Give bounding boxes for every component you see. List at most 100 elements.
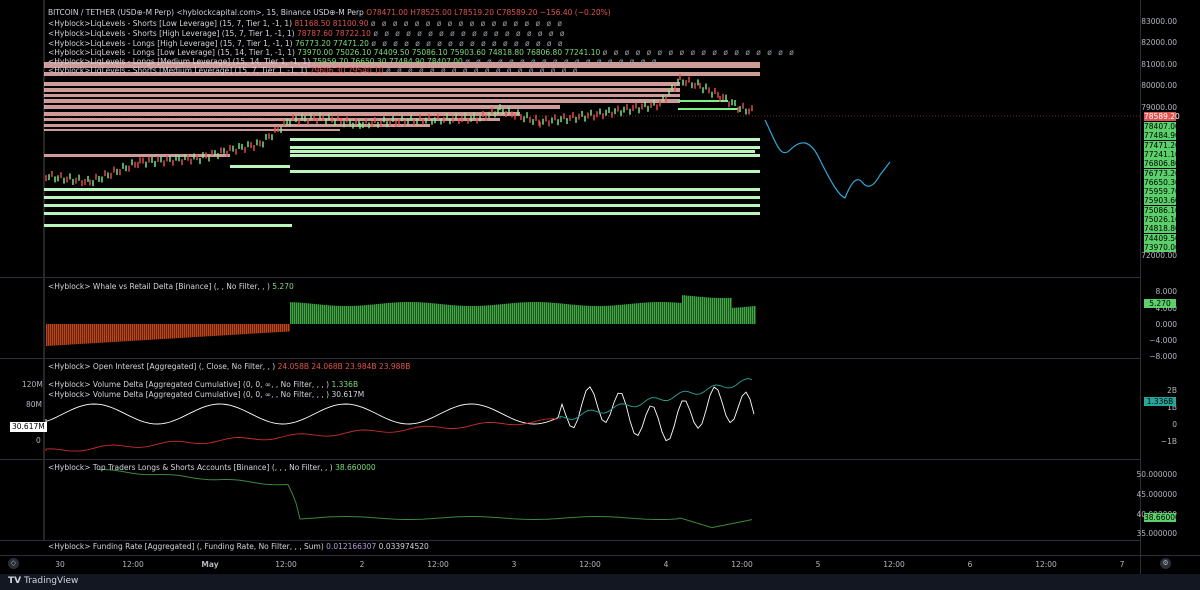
histogram-bar: [272, 324, 274, 333]
histogram-bar: [552, 302, 554, 324]
histogram-bar: [180, 324, 182, 338]
histogram-bar: [644, 302, 646, 324]
histogram-bar: [72, 324, 74, 345]
histogram-bar: [542, 302, 544, 324]
indicator-value: 1.336B: [331, 380, 359, 389]
price-axis-label: 75959.70: [1144, 187, 1180, 197]
histogram-bar: [372, 304, 374, 324]
histogram-bar: [316, 304, 318, 324]
indicator-legend-5[interactable]: <Hyblock>LiqLevels - Shorts [Medium Leve…: [48, 66, 579, 76]
histogram-bar: [446, 304, 448, 324]
indicator-value: 78722.10: [335, 29, 371, 38]
price-axis-label: 76806.80: [1144, 159, 1180, 169]
long-liq-level: [290, 170, 760, 173]
volume-delta-chart[interactable]: [0, 359, 1140, 459]
histogram-bar: [472, 305, 474, 324]
histogram-bar: [502, 304, 504, 324]
top-traders-legend[interactable]: <Hyblock> Top Traders Longs & Shorts Acc…: [48, 463, 376, 473]
histogram-bar: [358, 305, 360, 324]
whale-axis-tick: 8.000: [1155, 287, 1177, 296]
histogram-bar: [50, 324, 52, 346]
whale-pane[interactable]: <Hyblock> Whale vs Retail Delta [Binance…: [0, 278, 1140, 358]
axis-tick: 81000.00: [1141, 60, 1177, 69]
indicator-name: <Hyblock> Whale vs Retail Delta [Binance…: [48, 282, 270, 291]
histogram-bar: [232, 324, 234, 335]
histogram-bar: [512, 303, 514, 324]
histogram-bar: [460, 305, 462, 324]
histogram-bar: [266, 324, 268, 333]
histogram-bar: [86, 324, 88, 344]
histogram-bar: [294, 302, 296, 324]
histogram-bar: [82, 324, 84, 344]
whale-legend[interactable]: <Hyblock> Whale vs Retail Delta [Binance…: [48, 282, 294, 292]
short-liq-level: [44, 94, 680, 97]
histogram-bar: [580, 305, 582, 324]
oi-legend[interactable]: <Hyblock> Open Interest [Aggregated] (, …: [48, 362, 410, 372]
price-axis-label: 78407.00: [1144, 122, 1180, 131]
placeholder-values: ø ø ø ø ø ø ø ø ø ø ø ø ø ø ø ø ø ø: [371, 39, 565, 48]
funding-pane[interactable]: <Hyblock> Funding Rate [Aggregated] (, F…: [0, 541, 1140, 555]
histogram-bar: [666, 302, 668, 324]
long-liq-level: [44, 212, 760, 215]
time-axis[interactable]: 30 12:00 May 12:00 2 12:00 3 12:00 4 12:00 5 12:00 6…: [0, 555, 1200, 574]
histogram-bar: [412, 302, 414, 324]
chart-settings-icon[interactable]: ⚙: [1160, 558, 1171, 569]
histogram-bar: [258, 324, 260, 334]
histogram-bar: [414, 302, 416, 324]
histogram-bar: [156, 324, 158, 340]
histogram-bar: [400, 302, 402, 324]
histogram-bar: [678, 302, 680, 324]
histogram-bar: [640, 302, 642, 324]
histogram-bar: [218, 324, 220, 336]
time-axis-tick: 3: [511, 560, 517, 569]
histogram-bar: [208, 324, 210, 337]
histogram-bar: [242, 324, 244, 335]
histogram-bar: [588, 305, 590, 324]
volume-delta-pane[interactable]: <Hyblock> Open Interest [Aggregated] (, …: [0, 359, 1140, 459]
histogram-bar: [96, 324, 98, 343]
price-pane[interactable]: BITCOIN / TETHER (USD⊕-M Perp) <hyblockc…: [0, 0, 1140, 277]
histogram-bar: [610, 305, 612, 324]
axis-settings-icon[interactable]: ◇: [8, 558, 19, 569]
histogram-bar: [386, 303, 388, 324]
placeholder-values: ø ø ø ø ø ø ø ø ø ø ø ø ø ø ø ø ø ø: [465, 57, 659, 66]
indicator-legend-0[interactable]: <Hyblock>LiqLevels - Shorts [Low Leverag…: [48, 19, 564, 29]
histogram-bar: [68, 324, 70, 345]
tradingview-brand: TradingView: [23, 576, 79, 586]
histogram-bar: [256, 324, 258, 334]
histogram-bar: [324, 304, 326, 324]
histogram-bar: [728, 297, 730, 324]
histogram-bar: [596, 305, 598, 324]
histogram-bar: [686, 295, 688, 324]
histogram-bar: [616, 305, 618, 324]
histogram-bar: [668, 302, 670, 324]
histogram-bar: [178, 324, 180, 339]
histogram-bar: [628, 304, 630, 324]
vd2-legend[interactable]: <Hyblock> Volume Delta [Aggregated Cumul…: [48, 390, 364, 400]
top-traders-pane[interactable]: <Hyblock> Top Traders Longs & Shorts Acc…: [0, 460, 1140, 540]
funding-legend[interactable]: <Hyblock> Funding Rate [Aggregated] (, F…: [48, 542, 429, 552]
indicator-value: 77471.20: [333, 39, 369, 48]
histogram-bar: [366, 305, 368, 324]
histogram-bar: [538, 302, 540, 324]
histogram-bar: [380, 303, 382, 324]
short-liq-level: [44, 129, 340, 131]
histogram-bar: [282, 324, 284, 332]
histogram-bar: [720, 297, 722, 324]
indicator-value: 30.617M: [331, 390, 365, 399]
histogram-bar: [172, 324, 174, 339]
histogram-bar: [264, 324, 266, 333]
histogram-bar: [722, 297, 724, 324]
histogram-bar: [252, 324, 254, 334]
histogram-bar: [262, 324, 264, 334]
indicator-legend-1[interactable]: <Hyblock>LiqLevels - Shorts [High Levera…: [48, 29, 566, 39]
long-liq-level: [44, 196, 760, 199]
short-liq-level: [44, 88, 680, 92]
price-axis[interactable]: 83000.00 82000.00 81000.00 80000.00 7900…: [1136, 0, 1200, 590]
vd1-legend[interactable]: <Hyblock> Volume Delta [Aggregated Cumul…: [48, 380, 358, 390]
short-liq-level: [44, 105, 560, 109]
histogram-bar: [576, 305, 578, 324]
histogram-bar: [532, 302, 534, 324]
histogram-bar: [736, 307, 738, 324]
histogram-bar: [360, 305, 362, 324]
